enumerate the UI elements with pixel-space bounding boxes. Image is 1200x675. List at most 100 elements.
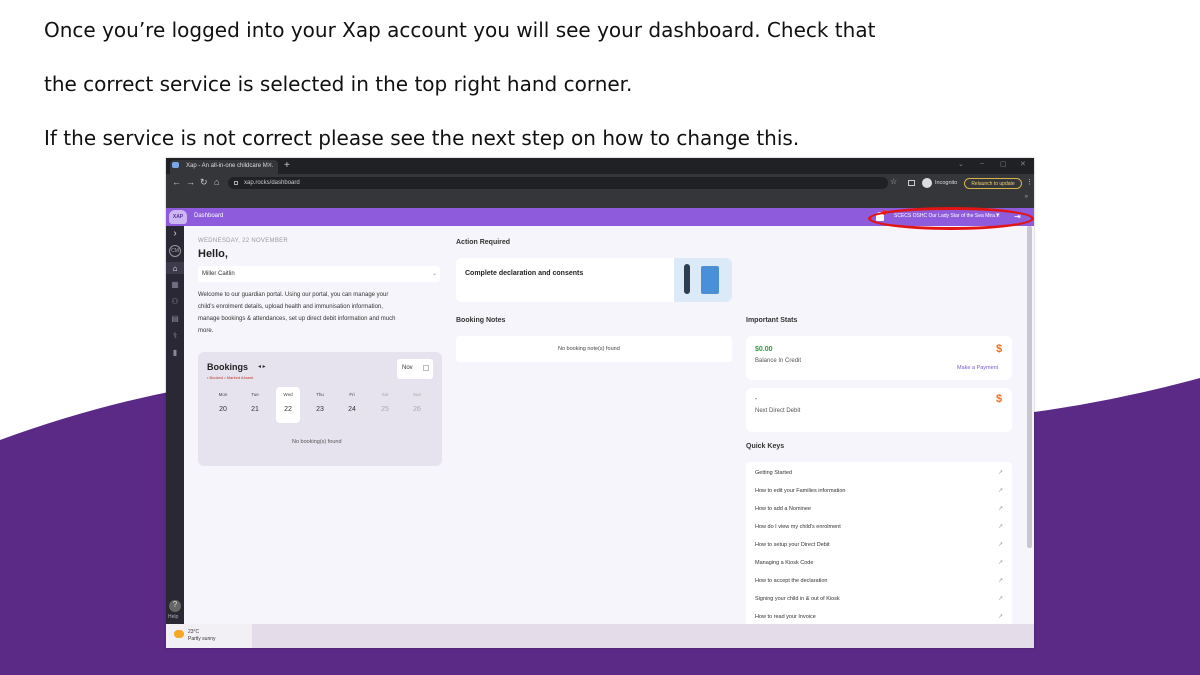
day-name: Thu xyxy=(316,392,324,397)
day-name: Fri xyxy=(349,392,355,397)
quick-keys-title: Quick Keys xyxy=(746,443,785,450)
lock-icon[interactable] xyxy=(234,181,238,185)
day-name: Mon xyxy=(218,392,228,397)
child-name[interactable]: Miller Caitlin xyxy=(202,271,235,277)
minimize-icon[interactable]: – xyxy=(980,160,984,167)
day-date: 22 xyxy=(284,406,292,413)
weather-description: Partly sunny xyxy=(188,636,216,642)
action-item-label[interactable]: Complete declaration and consents xyxy=(465,270,583,277)
credit-value: $0.00 xyxy=(755,346,773,353)
chevron-down-icon[interactable]: ⌄ xyxy=(432,270,437,277)
quick-key-item[interactable]: How to setup your Direct Debit xyxy=(755,542,830,548)
day-fri[interactable]: Fri 24 xyxy=(340,387,364,423)
bookmarks-more-icon[interactable]: » xyxy=(1025,194,1028,200)
day-date: 24 xyxy=(348,406,356,413)
day-date: 26 xyxy=(413,406,421,413)
day-sat[interactable]: Sat 25 xyxy=(373,387,397,423)
day-date: 21 xyxy=(251,406,259,413)
external-link-icon[interactable]: ↗ xyxy=(998,505,1003,512)
incognito-label: Incognito xyxy=(935,180,958,186)
external-link-icon[interactable]: ↗ xyxy=(998,613,1003,620)
day-date: 23 xyxy=(316,406,324,413)
hello-heading: Hello, xyxy=(198,248,228,260)
window-close-icon[interactable]: ✕ xyxy=(1020,160,1026,168)
dollar-icon: $ xyxy=(992,342,1006,356)
day-thu[interactable]: Thu 23 xyxy=(308,387,332,423)
quick-key-item[interactable]: How do I view my child's enrolment xyxy=(755,524,841,530)
tab-title: Xap - An all-in-one childcare M… xyxy=(186,163,274,169)
date-label: WEDNESDAY, 22 NOVEMBER xyxy=(198,238,289,244)
new-tab-icon[interactable]: + xyxy=(284,160,290,171)
quick-key-item[interactable]: How to add a Nominee xyxy=(755,506,811,512)
external-link-icon[interactable]: ↗ xyxy=(998,469,1003,476)
help-icon[interactable]: ? xyxy=(169,600,181,612)
day-name: Tue xyxy=(251,392,259,397)
quick-key-item[interactable]: How to accept the declaration xyxy=(755,578,827,584)
external-link-icon[interactable]: ↗ xyxy=(998,541,1003,548)
health-nav-icon[interactable]: ⚕ xyxy=(170,331,180,340)
reload-icon[interactable]: ↻ xyxy=(200,177,208,188)
external-link-icon[interactable]: ↗ xyxy=(998,577,1003,584)
external-link-icon[interactable]: ↗ xyxy=(998,487,1003,494)
important-stats-title: Important Stats xyxy=(746,317,798,324)
expand-sidebar-icon[interactable]: › xyxy=(170,228,180,239)
partly-sunny-icon xyxy=(174,630,184,638)
booking-notes-title: Booking Notes xyxy=(456,317,506,324)
home-icon[interactable]: ⌂ xyxy=(214,177,219,187)
external-link-icon[interactable]: ↗ xyxy=(998,595,1003,602)
day-date: 25 xyxy=(381,406,389,413)
home-nav-icon[interactable]: ⌂ xyxy=(170,264,180,273)
quick-key-item[interactable]: Getting Started xyxy=(755,470,792,476)
relaunch-button[interactable]: Relaunch to update xyxy=(964,178,1022,189)
quick-key-item[interactable]: Signing your child in & out of Kiosk xyxy=(755,596,840,602)
month-label[interactable]: Nov xyxy=(402,365,413,371)
calendar-icon[interactable] xyxy=(423,365,429,371)
direct-debit-value: - xyxy=(755,396,758,403)
day-name: Sat xyxy=(381,392,389,397)
family-nav-icon[interactable]: ⚇ xyxy=(170,297,180,306)
day-sun[interactable]: Sun 26 xyxy=(405,387,429,423)
xap-favicon-icon xyxy=(172,162,179,168)
weather-temperature: 23°C xyxy=(188,629,200,635)
day-name: Wed xyxy=(283,392,293,397)
page-scrollbar[interactable] xyxy=(1027,226,1032,548)
external-link-icon[interactable]: ↗ xyxy=(998,559,1003,566)
back-icon[interactable]: ← xyxy=(172,177,181,187)
taskbar xyxy=(166,624,1034,648)
avatar[interactable]: CM xyxy=(169,245,181,257)
slide: Once you’re logged into your Xap account… xyxy=(0,0,1200,675)
week-nav-arrows-icon[interactable]: ◂ ▸ xyxy=(258,363,266,370)
maximize-icon[interactable]: ▢ xyxy=(1000,160,1007,168)
forward-icon[interactable]: → xyxy=(186,177,195,187)
reports-nav-icon[interactable]: ▮ xyxy=(170,348,180,357)
xap-logo[interactable]: XAP xyxy=(169,210,187,224)
side-panel-icon[interactable] xyxy=(908,180,915,186)
make-payment-button[interactable]: Make a Payment xyxy=(957,365,998,371)
browser-menu-icon[interactable]: ⋮ xyxy=(1026,178,1033,186)
no-notes-message: No booking note(s) found xyxy=(558,346,620,352)
day-tue[interactable]: Tue 21 xyxy=(243,387,267,423)
quick-key-item[interactable]: How to read your Invoice xyxy=(755,614,816,620)
day-mon[interactable]: Mon 20 xyxy=(211,387,235,423)
welcome-line: Welcome to our guardian portal. Using ou… xyxy=(198,292,389,298)
instruction-line-2: the correct service is selected in the t… xyxy=(44,72,633,96)
external-link-icon[interactable]: ↗ xyxy=(998,523,1003,530)
credit-label: Balance In Credit xyxy=(755,358,802,364)
documents-nav-icon[interactable]: ▤ xyxy=(170,314,180,323)
bookings-title: Bookings xyxy=(207,362,249,372)
quick-key-item[interactable]: Managing a Kiosk Code xyxy=(755,560,813,566)
instruction-line-1: Once you’re logged into your Xap account… xyxy=(44,18,876,42)
browser-tab[interactable]: Xap - An all-in-one childcare M… × xyxy=(170,160,278,174)
day-name: Sun xyxy=(412,392,421,397)
bookmark-star-icon[interactable]: ☆ xyxy=(890,177,897,186)
quick-key-item[interactable]: How to edit your Families information xyxy=(755,488,845,494)
bookings-nav-icon[interactable]: ▦ xyxy=(170,280,180,289)
kiosk-illustration-icon xyxy=(701,266,719,294)
welcome-line: child's enrolment details, upload health… xyxy=(198,304,383,310)
instruction-line-3: If the service is not correct please see… xyxy=(44,126,800,150)
day-wed[interactable]: Wed 22 xyxy=(276,387,300,423)
url-input[interactable]: xap.rocks/dashboard xyxy=(228,177,888,189)
window-dropdown-icon[interactable]: ⌄ xyxy=(958,160,964,168)
tab-close-icon[interactable]: × xyxy=(268,162,272,169)
person-illustration-icon xyxy=(684,264,690,294)
